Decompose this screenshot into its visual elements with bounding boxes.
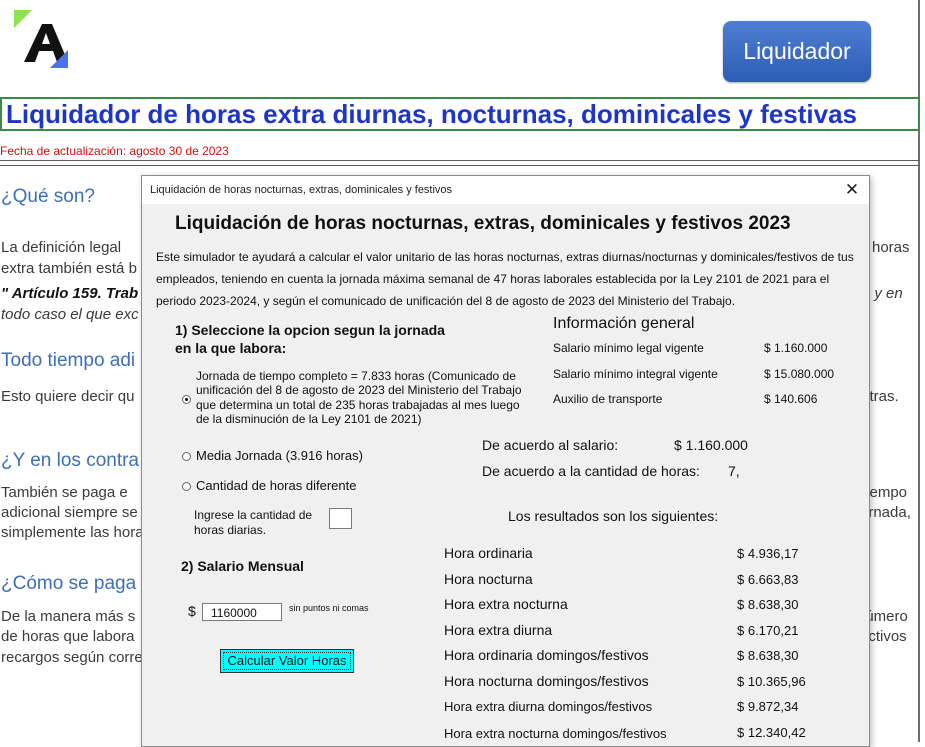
result-value: $ 12.340,42: [737, 725, 806, 740]
option-custom-hours-label[interactable]: Cantidad de horas diferente: [196, 478, 356, 493]
result-label: Hora extra diurna domingos/festivos: [444, 699, 653, 714]
result-value: $ 9.872,34: [737, 699, 799, 714]
paragraph-text: Esto quiere decir qu: [1, 388, 135, 405]
paragraph-text: De la manera más s: [1, 608, 136, 625]
section1-heading: 1) Seleccione la opcion segun la jornada: [175, 322, 445, 338]
divider: [0, 165, 920, 166]
result-label: Hora extra nocturna domingos/festivos: [444, 726, 667, 741]
section1-heading: en la que labora:: [175, 340, 287, 356]
info-label: Auxilio de transporte: [553, 392, 663, 406]
close-icon[interactable]: ✕: [842, 180, 862, 200]
result-label: Hora nocturna: [444, 571, 533, 587]
radio-custom-hours[interactable]: [182, 482, 191, 491]
liquidador-button[interactable]: Liquidador: [723, 21, 871, 82]
heading-como-se-paga: ¿Cómo se paga: [1, 573, 137, 594]
paragraph-text: La definición legal: [1, 239, 122, 256]
info-label: Salario mínimo integral vigente: [553, 367, 718, 381]
option-full-time-label[interactable]: unificación del 8 de agosto de 2023 del …: [196, 383, 522, 397]
result-value: $ 10.365,96: [737, 674, 806, 689]
dialog-caption: Liquidación de horas nocturnas, extras, …: [150, 184, 453, 196]
result-value: $ 6.663,83: [737, 572, 799, 587]
result-value: $ 8.638,30: [737, 597, 799, 612]
result-label: Hora ordinaria: [444, 545, 533, 561]
paragraph-text: adicional siempre se: [1, 504, 138, 521]
result-label: Hora extra nocturna: [444, 596, 568, 612]
paragraph-text: horas: [872, 239, 910, 256]
paragraph-text: También se paga e: [1, 484, 128, 501]
paragraph-text: " Artículo 159. Trab: [1, 285, 139, 302]
paragraph-text: simplemente las hora: [1, 524, 144, 541]
by-salary-label: De acuerdo al salario:: [482, 437, 619, 453]
radio-full-time[interactable]: [182, 395, 191, 404]
section2-heading: 2) Salario Mensual: [181, 558, 304, 574]
info-label: Salario mínimo legal vigente: [553, 341, 704, 355]
calculate-button[interactable]: Calcular Valor Horas: [220, 649, 354, 673]
option-half-time-label[interactable]: Media Jornada (3.916 horas): [196, 448, 363, 463]
info-value: $ 15.080.000: [764, 367, 835, 381]
result-label: Hora extra diurna: [444, 622, 553, 638]
custom-hours-label: horas diarias.: [194, 523, 267, 537]
dialog-title: Liquidación de horas nocturnas, extras, …: [175, 213, 791, 234]
page-title: Liquidador de horas extra diurnas, noctu…: [6, 99, 858, 129]
paragraph-text: recargos según corre: [1, 649, 143, 666]
custom-hours-input[interactable]: [329, 508, 352, 529]
heading-todo-tiempo: Todo tiempo adi: [1, 350, 136, 371]
currency-symbol: $: [188, 603, 196, 619]
update-date: Fecha de actualización: agosto 30 de 202…: [0, 144, 229, 158]
result-label: Hora ordinaria domingos/festivos: [444, 647, 649, 663]
result-value: $ 4.936,17: [737, 546, 799, 561]
paragraph-text: todo caso el que exc: [1, 306, 139, 323]
option-full-time-label[interactable]: Jornada de tiempo completo = 7.833 horas…: [196, 369, 516, 383]
by-hours-value: 7,: [728, 463, 740, 479]
by-hours-label: De acuerdo a la cantidad de horas:: [482, 463, 700, 479]
salary-input[interactable]: 1160000: [202, 603, 282, 621]
result-value: $ 6.170,21: [737, 623, 799, 638]
option-full-time-label[interactable]: de la disminución de la Ley 2101 de 2021…: [196, 412, 422, 426]
paragraph-text: de horas que labora: [1, 628, 135, 645]
result-label: Hora nocturna domingos/festivos: [444, 673, 649, 689]
divider: [0, 160, 920, 161]
info-title: Información general: [553, 315, 695, 332]
salary-hint: sin puntos ni comas: [289, 603, 369, 613]
result-value: $ 8.638,30: [737, 648, 799, 663]
custom-hours-label: Ingrese la cantidad de: [194, 508, 313, 522]
paragraph-text: extra también está b: [1, 260, 137, 277]
results-title: Los resultados son los siguientes:: [508, 508, 719, 524]
dialog-description: Este simulador te ayudará a calcular el …: [156, 250, 854, 308]
by-salary-value: $ 1.160.000: [674, 437, 748, 453]
liquidation-dialog: Liquidación de horas nocturnas, extras, …: [141, 175, 870, 747]
option-full-time-label[interactable]: que determina un total de 235 horas trab…: [196, 398, 520, 412]
dialog-titlebar[interactable]: Liquidación de horas nocturnas, extras, …: [142, 176, 869, 204]
info-value: $ 140.606: [764, 392, 818, 406]
brand-logo-icon: [14, 10, 68, 68]
heading-que-son: ¿Qué son?: [1, 186, 95, 207]
paragraph-text: , y en: [866, 285, 903, 302]
info-value: $ 1.160.000: [764, 341, 828, 355]
radio-half-time[interactable]: [182, 452, 191, 461]
heading-contratos: ¿Y en los contra: [1, 450, 140, 471]
